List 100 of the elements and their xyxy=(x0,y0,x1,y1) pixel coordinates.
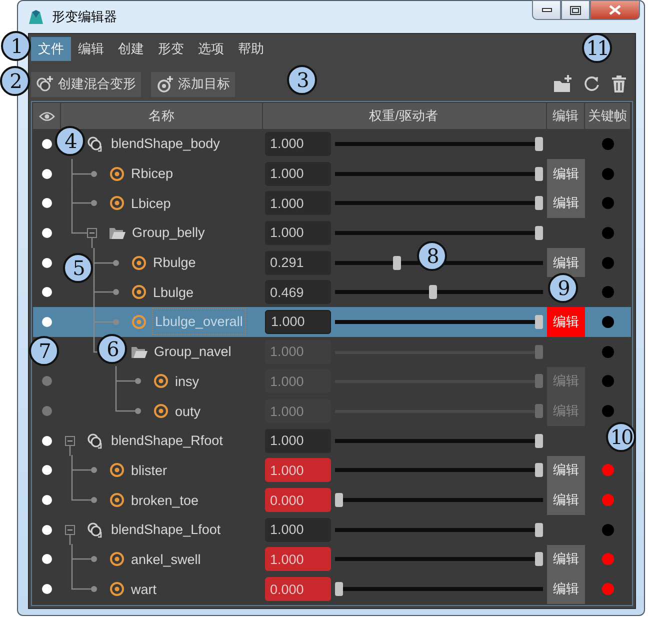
shape-name[interactable]: blendShape_body xyxy=(111,136,220,152)
weight-slider[interactable] xyxy=(335,493,543,508)
visibility-dot[interactable] xyxy=(42,258,52,268)
shape-name[interactable]: Group_belly xyxy=(132,225,205,240)
shape-name[interactable]: blendShape_Rfoot xyxy=(111,433,223,448)
shape-name[interactable]: Group_navel xyxy=(154,344,232,360)
visibility-dot[interactable] xyxy=(42,228,52,238)
visibility-dot[interactable] xyxy=(42,406,52,416)
slider-thumb[interactable] xyxy=(535,522,543,537)
weight-field[interactable]: 0.291 xyxy=(265,250,331,275)
visibility-dot[interactable] xyxy=(42,287,52,298)
weight-field[interactable]: 1.000 xyxy=(265,428,331,453)
minimize-button[interactable] xyxy=(532,0,561,20)
menu-item[interactable]: 创建 xyxy=(111,37,151,61)
weight-field[interactable]: 1.000 xyxy=(265,162,331,186)
keyframe-dot[interactable] xyxy=(602,583,614,596)
weight-slider[interactable] xyxy=(335,552,543,566)
slider-thumb[interactable] xyxy=(535,166,543,181)
column-header[interactable] xyxy=(33,103,61,129)
slider-thumb[interactable] xyxy=(335,493,343,508)
close-button[interactable] xyxy=(590,0,640,20)
refresh-icon[interactable] xyxy=(583,75,601,93)
visibility-dot[interactable] xyxy=(42,138,52,149)
menu-item[interactable]: 文件 xyxy=(31,37,71,61)
slider-thumb[interactable] xyxy=(535,226,543,240)
shape-name[interactable]: ankel_swell xyxy=(131,552,201,567)
keyframe-dot[interactable] xyxy=(602,524,614,536)
keyframe-dot[interactable] xyxy=(602,197,614,210)
visibility-dot[interactable] xyxy=(42,465,52,476)
shape-name[interactable]: insy xyxy=(175,374,200,389)
weight-slider[interactable] xyxy=(335,314,543,329)
shape-name[interactable]: Lbicep xyxy=(131,196,171,211)
weight-slider[interactable] xyxy=(335,582,543,596)
keyframe-dot[interactable] xyxy=(602,346,614,358)
slider-thumb[interactable] xyxy=(428,285,437,300)
weight-slider[interactable] xyxy=(335,463,543,478)
shape-name[interactable]: outy xyxy=(175,404,201,419)
keyframe-dot[interactable] xyxy=(602,494,614,506)
menu-item[interactable]: 帮助 xyxy=(231,37,271,61)
weight-slider[interactable] xyxy=(335,374,543,388)
keyframe-dot[interactable] xyxy=(602,316,614,328)
weight-slider[interactable] xyxy=(335,226,543,240)
keyframe-dot[interactable] xyxy=(602,226,614,239)
column-header[interactable]: 编辑 xyxy=(547,103,585,129)
weight-slider[interactable] xyxy=(335,166,543,181)
keyframe-dot[interactable] xyxy=(602,168,614,180)
weight-slider[interactable] xyxy=(335,136,543,151)
slider-thumb[interactable] xyxy=(535,404,543,418)
edit-button[interactable]: 编辑 xyxy=(547,485,585,515)
trash-icon[interactable] xyxy=(611,75,627,93)
shape-name[interactable]: Lbulge xyxy=(153,284,194,300)
new-folder-icon[interactable] xyxy=(553,75,573,93)
slider-thumb[interactable] xyxy=(535,374,543,388)
column-header[interactable]: 关键帧 xyxy=(585,103,631,129)
weight-slider[interactable] xyxy=(335,196,543,210)
slider-thumb[interactable] xyxy=(535,344,543,359)
slider-thumb[interactable] xyxy=(535,434,543,448)
maximize-button[interactable] xyxy=(561,0,590,20)
visibility-dot[interactable] xyxy=(42,584,52,594)
column-header[interactable]: 权重/驱动者 xyxy=(263,103,547,129)
weight-field[interactable]: 1.000 xyxy=(265,458,331,482)
visibility-dot[interactable] xyxy=(42,168,52,179)
visibility-dot[interactable] xyxy=(42,436,52,446)
weight-slider[interactable] xyxy=(335,344,543,359)
column-header[interactable]: 名称 xyxy=(61,103,263,129)
edit-button[interactable]: 编辑 xyxy=(547,248,585,278)
visibility-dot[interactable] xyxy=(42,524,52,535)
edit-button[interactable]: 编辑 xyxy=(547,158,585,188)
weight-field[interactable]: 1.000 xyxy=(265,310,331,334)
menu-item[interactable]: 编辑 xyxy=(71,37,111,61)
keyframe-dot[interactable] xyxy=(602,464,614,476)
collapse-icon[interactable] xyxy=(65,436,75,446)
slider-thumb[interactable] xyxy=(535,463,543,478)
menu-item[interactable]: 形变 xyxy=(151,37,191,61)
visibility-dot[interactable] xyxy=(42,198,52,208)
keyframe-dot[interactable] xyxy=(602,138,614,150)
weight-field[interactable]: 0.000 xyxy=(265,577,331,602)
slider-thumb[interactable] xyxy=(535,552,543,566)
visibility-dot[interactable] xyxy=(42,554,52,564)
weight-field[interactable]: 1.000 xyxy=(265,518,331,542)
shape-name[interactable]: blendShape_Lfoot xyxy=(111,522,221,538)
visibility-dot[interactable] xyxy=(42,376,52,386)
edit-button[interactable]: 编辑 xyxy=(547,456,585,486)
slider-thumb[interactable] xyxy=(335,582,343,596)
add-target-button[interactable]: 添加目标 xyxy=(151,72,235,96)
edit-button[interactable]: 编辑 xyxy=(547,544,585,574)
collapse-icon[interactable] xyxy=(65,524,75,535)
weight-slider[interactable] xyxy=(335,434,543,448)
menu-item[interactable]: 选项 xyxy=(191,37,231,61)
keyframe-dot[interactable] xyxy=(602,375,614,388)
edit-button[interactable]: 编辑 xyxy=(547,307,585,337)
shape-name[interactable]: Rbicep xyxy=(131,166,174,182)
slider-thumb[interactable] xyxy=(393,256,402,270)
slider-thumb[interactable] xyxy=(535,136,543,151)
weight-slider[interactable] xyxy=(335,285,543,300)
shape-name[interactable]: broken_toe xyxy=(131,492,199,508)
shape-name[interactable]: blister xyxy=(131,462,168,478)
shape-name[interactable]: Rbulge xyxy=(153,255,196,270)
collapse-icon[interactable] xyxy=(87,228,97,238)
edit-button[interactable]: 编辑 xyxy=(547,188,585,218)
